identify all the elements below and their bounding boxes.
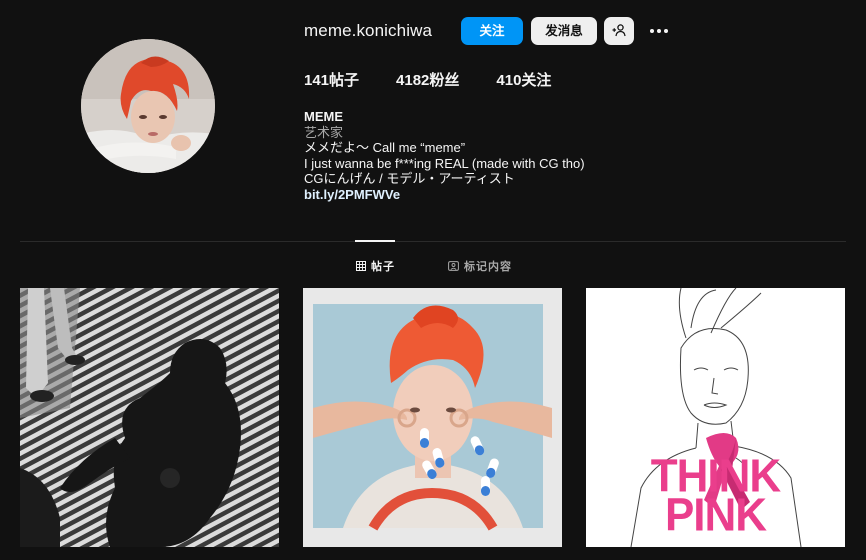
grid-icon — [356, 261, 366, 271]
post-thumbnail[interactable]: THINK PINK — [586, 288, 845, 547]
active-tab-indicator — [355, 240, 395, 242]
profile-display-name: MEME — [304, 109, 343, 124]
tab-posts[interactable]: 帖子 — [356, 258, 395, 274]
profile-username: meme.konichiwa — [304, 21, 433, 40]
person-plus-icon — [612, 24, 626, 37]
bio-line: メメだよ～ Call me “meme” — [304, 140, 466, 156]
message-button[interactable]: 发消息 — [531, 17, 597, 45]
post-image-pills — [303, 288, 562, 547]
suggested-accounts-button[interactable] — [604, 17, 634, 45]
tab-tagged-label: 标记内容 — [464, 261, 512, 273]
avatar-image — [81, 39, 215, 173]
post-image-shadow — [20, 288, 279, 547]
profile-page: meme.konichiwa 关注 发消息 141帖子 4182粉丝 410关注… — [0, 0, 866, 560]
bio-line: I just wanna be f***ing REAL (made with … — [304, 155, 585, 171]
followers-count[interactable]: 4182粉丝 — [396, 71, 459, 91]
more-horizontal-icon — [650, 29, 668, 33]
tabs-divider — [20, 241, 846, 242]
follow-button[interactable]: 关注 — [461, 17, 523, 45]
tag-portrait-icon — [448, 261, 459, 271]
profile-bio: MEME 艺术家 メメだよ～ Call me “meme” I just wan… — [304, 109, 585, 203]
post-thumbnail[interactable] — [303, 288, 562, 547]
profile-avatar[interactable] — [81, 39, 215, 173]
more-options-button[interactable] — [648, 21, 672, 41]
post-text-pink: PINK — [664, 489, 767, 542]
bio-link[interactable]: bit.ly/2PMFWVe — [304, 187, 585, 203]
following-count[interactable]: 410关注 — [496, 71, 551, 91]
bio-line: CGにんげん / モデル・アーティスト — [304, 171, 515, 187]
tab-tagged[interactable]: 标记内容 — [448, 258, 512, 274]
profile-category: 艺术家 — [304, 124, 344, 140]
posts-count: 141帖子 — [304, 72, 360, 89]
tab-posts-label: 帖子 — [371, 261, 395, 273]
profile-stats: 141帖子 4182粉丝 410关注 — [304, 71, 588, 91]
post-thumbnail[interactable] — [20, 288, 279, 547]
